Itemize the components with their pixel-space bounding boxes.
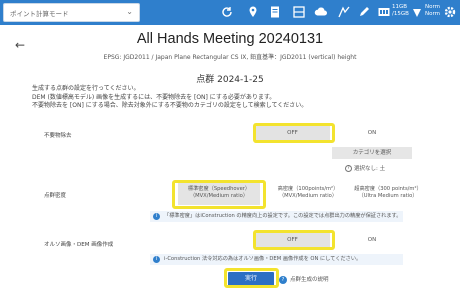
density-info-text: 「標準密度」はiConstruction の精度向上の設定です。この設定では点群… <box>164 213 402 219</box>
noise-removal-help-text: 選択なし: 土 <box>354 166 386 172</box>
noise-removal-help: ? 選択なし: 土 <box>345 164 385 172</box>
memory-used: 11GB <box>392 4 408 10</box>
section-heading: 点群 2024-1-25 <box>196 75 264 85</box>
refresh-icon[interactable] <box>220 5 234 19</box>
help-circle-icon: ? <box>345 165 352 172</box>
top-toolbar: ポイント計算モード ⌄ 11GB /15GB Norm Norm <box>0 0 460 25</box>
layers-icon[interactable] <box>292 5 306 19</box>
ortho-on-option[interactable]: ON <box>332 233 412 247</box>
crs-subtitle: EPSG: JGD2011 / Japan Plane Rectangular … <box>103 54 357 61</box>
document-icon[interactable] <box>268 5 282 19</box>
category-select-button[interactable]: カテゴリを選択 <box>332 147 412 159</box>
page-title: All Hands Meeting 20240131 <box>136 31 324 47</box>
intro-line-3: 不要物除去を [ON] にする場合、除去対象外にする不要物のカテゴリの設定をして… <box>32 102 308 109</box>
density-option-ultra[interactable]: 超高密度（300 points/m²） （Ultra Medium ratio） <box>350 183 426 205</box>
density-option-standard-line2: （MVX/Medium ratio） <box>189 193 249 199</box>
density-label: 点群密度 <box>44 193 67 199</box>
noise-removal-label: 不要物除去 <box>44 133 72 139</box>
mode-select[interactable]: ポイント計算モード ⌄ <box>3 3 140 22</box>
gear-icon[interactable] <box>443 5 457 19</box>
ortho-info-bar: i i-Construction 法令対応の為はオルソ画像・DEM 画像作成を … <box>150 254 403 265</box>
intro-line-2: DEM (数値標高モデル) 画像を生成するには、不要物除去を [ON] にする必… <box>32 93 276 101</box>
density-option-high-line1: 高密度（100points/m²） <box>277 186 339 192</box>
density-option-standard-line1: 標準密度（Speedhover） <box>187 186 251 192</box>
density-option-high-line2: （MVX/Medium ratio） <box>278 193 338 199</box>
mode-select-value: ポイント計算モード <box>10 10 69 18</box>
location-pin-icon[interactable] <box>246 5 260 19</box>
ortho-label: オルソ画像・DEM 画像作成 <box>44 242 114 248</box>
help-link-text: 点群生成の説明 <box>290 277 329 283</box>
measure-icon[interactable] <box>337 5 351 19</box>
intro-line-1: 生成する点群の設定を行ってください。 <box>32 85 140 92</box>
network-status: Norm Norm <box>425 4 440 18</box>
density-option-high[interactable]: 高密度（100points/m²） （MVX/Medium ratio） <box>272 183 344 205</box>
memory-total: /15GB <box>392 11 409 17</box>
chevron-down-icon: ⌄ <box>126 7 133 16</box>
ortho-info-text: i-Construction 法令対応の為はオルソ画像・DEM 画像作成を ON… <box>164 256 362 262</box>
signal-icon <box>410 5 424 19</box>
memory-status: 11GB /15GB <box>392 4 409 18</box>
intro-text: 生成する点群の設定を行ってください。 DEM (数値標高モデル) 画像を生成する… <box>32 85 307 111</box>
help-link[interactable]: ? 点群生成の説明 <box>279 275 329 284</box>
help-icon: ? <box>279 275 287 284</box>
density-option-ultra-line1: 超高密度（300 points/m²） <box>354 186 422 192</box>
info-icon: i <box>153 213 160 220</box>
ortho-off-option[interactable]: OFF <box>255 233 330 247</box>
noise-removal-off-option[interactable]: OFF <box>255 126 330 140</box>
info-icon: i <box>153 256 160 263</box>
cloud-icon[interactable] <box>314 5 328 19</box>
noise-removal-on-option[interactable]: ON <box>332 126 412 140</box>
network-status-2: Norm <box>425 11 441 17</box>
network-status-1: Norm <box>425 4 441 10</box>
execute-button[interactable]: 実行 <box>228 272 274 286</box>
memory-icon <box>377 5 391 19</box>
density-option-standard[interactable]: 標準密度（Speedhover） （MVX/Medium ratio） <box>178 183 260 205</box>
density-info-bar: i 「標準密度」はiConstruction の精度向上の設定です。この設定では… <box>150 211 403 222</box>
density-option-ultra-line2: （Ultra Medium ratio） <box>358 193 418 199</box>
pencil-icon[interactable] <box>357 5 371 19</box>
